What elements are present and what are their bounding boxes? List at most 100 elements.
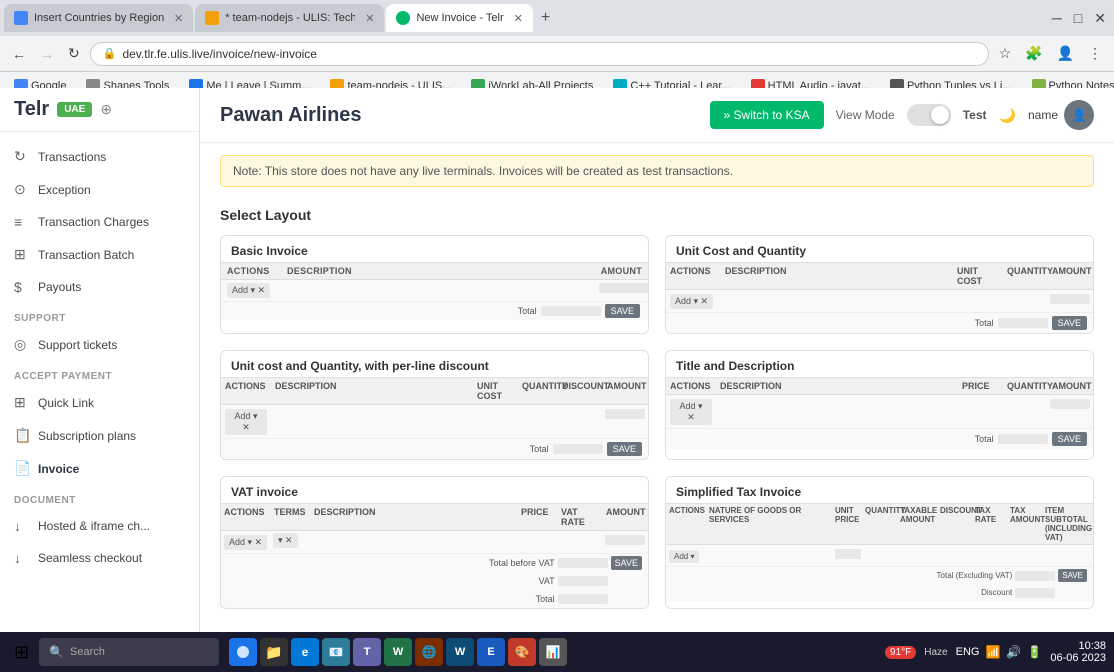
page-title: Pawan Airlines xyxy=(220,104,362,127)
forward-button[interactable]: → xyxy=(36,44,58,64)
subscription-plans-label: Subscription plans xyxy=(38,429,136,443)
dark-mode-icon[interactable]: 🌙 xyxy=(999,107,1016,124)
ucq-col-actions: ACTIONS xyxy=(666,263,721,289)
mail-icon[interactable]: 📧 xyxy=(322,638,350,666)
sidebar-item-subscription-plans[interactable]: 📋 Subscription plans xyxy=(0,419,199,452)
analytics-icon[interactable]: 📊 xyxy=(539,638,567,666)
upl-add-button[interactable]: Add ▾ ✕ xyxy=(225,409,267,435)
vat-footer-total: Total SAVE xyxy=(221,590,648,608)
cortana-icon[interactable] xyxy=(229,638,257,666)
taskbar-search-input[interactable] xyxy=(70,646,209,658)
support-tickets-label: Support tickets xyxy=(38,338,117,352)
tab-3-close[interactable]: ✕ xyxy=(514,12,523,25)
main-content: Pawan Airlines » Switch to KSA View Mode… xyxy=(200,88,1114,632)
payouts-icon: $ xyxy=(14,279,30,295)
close-window-button[interactable]: ✕ xyxy=(1090,8,1110,29)
sidebar-item-exception[interactable]: ⊙ Exception xyxy=(0,173,199,206)
word-icon[interactable]: W xyxy=(384,638,412,666)
layout-card-title-desc[interactable]: Title and Description ACTIONS DESCRIPTIO… xyxy=(665,350,1094,460)
subscription-plans-icon: 📋 xyxy=(14,427,30,444)
sidebar-item-transactions[interactable]: ↻ Transactions xyxy=(0,140,199,173)
sidebar-item-payouts[interactable]: $ Payouts xyxy=(0,271,199,303)
refresh-button[interactable]: ↻ xyxy=(64,43,84,64)
edge-icon[interactable]: e xyxy=(291,638,319,666)
extensions-button[interactable]: 🧩 xyxy=(1021,43,1046,64)
vat-terms-button[interactable]: ▾ ✕ xyxy=(273,533,298,548)
chrome-icon[interactable]: 🌐 xyxy=(415,638,443,666)
view-mode-toggle[interactable] xyxy=(907,104,951,126)
tab-1-close[interactable]: ✕ xyxy=(174,12,183,25)
unit-cost-qty-preview: ACTIONS DESCRIPTION UNIT COST QUANTITY A… xyxy=(666,262,1093,333)
address-bar[interactable]: 🔒 dev.tlr.fe.ulis.live/invoice/new-invoi… xyxy=(90,42,989,66)
back-button[interactable]: ← xyxy=(8,44,30,64)
simplified-tax-title: Simplified Tax Invoice xyxy=(666,477,1093,503)
file-explorer-icon[interactable]: 📁 xyxy=(260,638,288,666)
globe-icon[interactable]: ⊕ xyxy=(100,101,112,118)
td-col-desc: DESCRIPTION xyxy=(716,378,958,394)
st-col-qty: QUANTITY xyxy=(863,504,898,544)
invoice-label: Invoice xyxy=(38,462,79,476)
vat-header: ACTIONS TERMS DESCRIPTION PRICE VAT RATE… xyxy=(221,504,648,531)
bookmark-button[interactable]: ☆ xyxy=(995,43,1016,64)
ucq-save-button[interactable]: SAVE xyxy=(1052,316,1087,330)
maximize-button[interactable]: □ xyxy=(1070,8,1086,29)
basic-add-btn: Add ▾ ✕ xyxy=(221,280,281,301)
layout-card-unit-cost-qty[interactable]: Unit Cost and Quantity ACTIONS DESCRIPTI… xyxy=(665,235,1094,334)
basic-invoice-preview: ACTIONS DESCRIPTION AMOUNT Add ▾ ✕ Total xyxy=(221,262,648,320)
sidebar-navigation: ↻ Transactions ⊙ Exception ≡ Transaction… xyxy=(0,132,199,632)
toggle-knob xyxy=(931,106,949,124)
minimize-button[interactable]: ─ xyxy=(1048,8,1066,29)
layout-card-basic[interactable]: Basic Invoice ACTIONS DESCRIPTION AMOUNT… xyxy=(220,235,649,334)
transaction-charges-label: Transaction Charges xyxy=(38,215,149,229)
sidebar-item-invoice[interactable]: 📄 Invoice xyxy=(0,452,199,485)
tab-2-close[interactable]: ✕ xyxy=(365,12,374,25)
alert-banner: Note: This store does not have any live … xyxy=(220,155,1094,187)
sidebar-header: Telr UAE ⊕ xyxy=(0,88,199,132)
st-save-button[interactable]: SAVE xyxy=(1058,569,1087,582)
paint-icon[interactable]: 🎨 xyxy=(508,638,536,666)
menu-button[interactable]: ⋮ xyxy=(1084,43,1106,64)
td-add-button[interactable]: Add ▾ ✕ xyxy=(670,399,712,425)
sidebar-item-quick-link[interactable]: ⊞ Quick Link xyxy=(0,386,199,419)
upl-save-button[interactable]: SAVE xyxy=(607,442,642,456)
vat-col-amount: AMOUNT xyxy=(603,504,648,530)
transactions-label: Transactions xyxy=(38,150,106,164)
start-button[interactable]: ⊞ xyxy=(8,640,35,665)
sidebar-item-transaction-charges[interactable]: ≡ Transaction Charges xyxy=(0,206,199,238)
ucq-add-button[interactable]: Add ▾ ✕ xyxy=(670,294,713,309)
vat-preview: ACTIONS TERMS DESCRIPTION PRICE VAT RATE… xyxy=(221,503,648,608)
taskbar-search-box[interactable]: 🔍 xyxy=(39,638,219,666)
teams-icon[interactable]: T xyxy=(353,638,381,666)
layout-card-vat[interactable]: VAT invoice ACTIONS TERMS DESCRIPTION PR… xyxy=(220,476,649,609)
vat-title: VAT invoice xyxy=(221,477,648,503)
layout-card-unit-per-line[interactable]: Unit cost and Quantity, with per-line di… xyxy=(220,350,649,460)
td-save-button[interactable]: SAVE xyxy=(1052,432,1087,446)
sidebar-item-support-tickets[interactable]: ◎ Support tickets xyxy=(0,328,199,361)
tab-3[interactable]: New Invoice - Telr ✕ xyxy=(386,4,532,32)
basic-add-button[interactable]: Add ▾ ✕ xyxy=(227,283,270,298)
st-add-button[interactable]: Add ▾ xyxy=(669,550,699,563)
excel-icon[interactable]: E xyxy=(477,638,505,666)
vat-save-button-1[interactable]: SAVE xyxy=(611,556,642,570)
browser-chrome: Insert Countries by Region ✕ * team-node… xyxy=(0,0,1114,88)
switch-ksa-button[interactable]: » Switch to KSA xyxy=(710,101,824,129)
upl-header: ACTIONS DESCRIPTION UNIT COST QUANTITY D… xyxy=(221,378,648,405)
avatar[interactable]: 👤 xyxy=(1064,100,1094,130)
stored-templates-section: Stored templates TITLE REFERENCE STORE I… xyxy=(200,617,1114,632)
quick-link-label: Quick Link xyxy=(38,396,94,410)
word2-icon[interactable]: W xyxy=(446,638,474,666)
uae-badge: UAE xyxy=(57,102,92,117)
sidebar-item-hosted-iframe[interactable]: ↓ Hosted & iframe ch... xyxy=(0,510,199,542)
vat-add-button[interactable]: Add ▾ ✕ xyxy=(224,535,267,550)
toggle-track[interactable] xyxy=(907,104,951,126)
sidebar-item-seamless-checkout[interactable]: ↓ Seamless checkout xyxy=(0,542,199,574)
tab-1[interactable]: Insert Countries by Region ✕ xyxy=(4,4,193,32)
upl-add-row: Add ▾ ✕ xyxy=(221,405,648,439)
vat-col-price: PRICE xyxy=(518,504,558,530)
tab-2[interactable]: * team-nodejs - ULIS: Technolog... ✕ xyxy=(195,4,384,32)
basic-save-button[interactable]: SAVE xyxy=(605,304,640,318)
sidebar-item-transaction-batch[interactable]: ⊞ Transaction Batch xyxy=(0,238,199,271)
profile-button[interactable]: 👤 xyxy=(1053,43,1078,64)
layout-card-simplified-tax[interactable]: Simplified Tax Invoice ACTIONS NATURE OF… xyxy=(665,476,1094,609)
new-tab-button[interactable]: + xyxy=(535,9,556,27)
